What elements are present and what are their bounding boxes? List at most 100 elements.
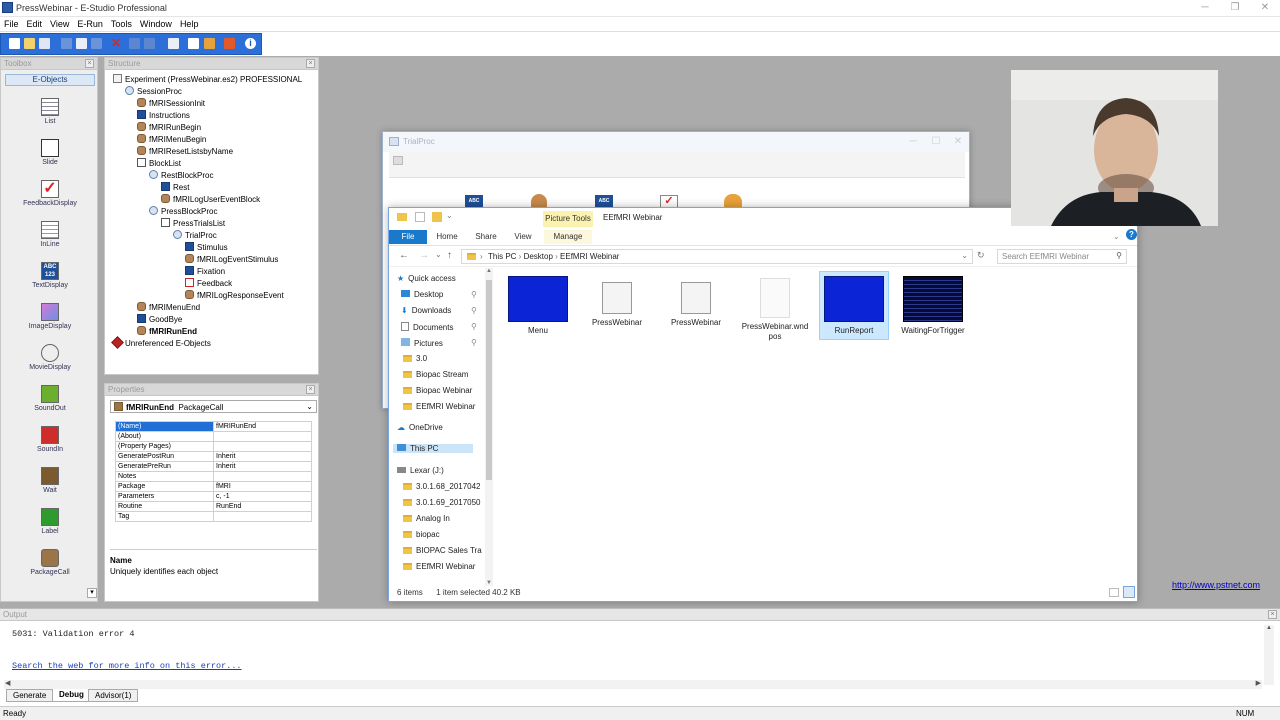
menu-edit[interactable]: Edit	[23, 17, 47, 31]
property-value[interactable]: fMRI	[213, 481, 312, 492]
file-item[interactable]: RunReport	[819, 271, 889, 340]
scroll-up-icon[interactable]: ▲	[1264, 625, 1274, 631]
recent-locations-icon[interactable]: ⌄	[435, 250, 442, 259]
tree-node[interactable]: BlockList	[137, 158, 181, 168]
tree-node[interactable]: Instructions	[137, 110, 190, 120]
toolbox-close-icon[interactable]: ×	[85, 59, 94, 68]
tree-node[interactable]: fMRILogUserEventBlock	[161, 194, 260, 204]
redo-icon[interactable]	[144, 38, 155, 49]
nav-item[interactable]: Analog In	[403, 514, 450, 523]
tool-moviedisplay[interactable]: MovieDisplay	[13, 344, 87, 371]
new-icon[interactable]	[9, 38, 20, 49]
tool-soundin[interactable]: SoundIn	[13, 426, 87, 453]
toolbox-scroll-down-icon[interactable]: ▾	[87, 588, 97, 598]
breadcrumb-this-pc[interactable]: This PC	[488, 252, 516, 261]
delete-icon[interactable]: ✕	[111, 37, 122, 49]
nav-item[interactable]: This PC	[393, 444, 473, 453]
tree-node[interactable]: fMRIRunEnd	[137, 326, 197, 336]
menu-file[interactable]: File	[0, 17, 23, 31]
property-row[interactable]: GeneratePreRun Inherit	[115, 461, 312, 472]
property-row[interactable]: (Property Pages)	[115, 441, 312, 452]
tree-node[interactable]: fMRIMenuEnd	[137, 302, 200, 312]
output-vscroll[interactable]: ▲	[1264, 625, 1274, 685]
property-row[interactable]: Parameters c, -1	[115, 491, 312, 502]
tree-node[interactable]: fMRIRunBegin	[137, 122, 201, 132]
back-icon[interactable]: ←	[399, 250, 409, 261]
nav-item[interactable]: Pictures ⚲	[401, 338, 477, 348]
nav-item[interactable]: Lexar (J:)	[397, 466, 444, 475]
restore-icon[interactable]: ❐	[1220, 1, 1250, 15]
details-view-icon[interactable]	[1109, 588, 1119, 597]
nav-item[interactable]: ★ Quick access	[397, 274, 456, 283]
nav-item[interactable]: Desktop ⚲	[401, 290, 477, 299]
tab-advisor[interactable]: Advisor(1)	[88, 689, 139, 702]
menu-window[interactable]: Window	[136, 17, 176, 31]
property-value[interactable]	[213, 511, 312, 522]
property-row[interactable]: Notes	[115, 471, 312, 482]
tool-slide[interactable]: Slide	[13, 139, 87, 166]
tab-manage[interactable]: Manage	[544, 230, 592, 244]
run-icon[interactable]	[224, 38, 235, 49]
tool-imagedisplay[interactable]: ImageDisplay	[13, 303, 87, 330]
tool-feedbackdisplay[interactable]: ✓ FeedbackDisplay	[13, 180, 87, 207]
tool-wait[interactable]: Wait	[13, 467, 87, 494]
tree-node[interactable]: fMRIResetListsbyName	[137, 146, 233, 156]
tab-debug[interactable]: Debug	[52, 689, 91, 702]
nav-item[interactable]: BIOPAC Sales Tra	[403, 546, 482, 555]
workspace-icon[interactable]	[393, 156, 403, 165]
undo-icon[interactable]	[129, 38, 140, 49]
ribbon-expand-icon[interactable]: ⌄	[1113, 232, 1120, 241]
file-item[interactable]: PressWebinar	[582, 272, 652, 332]
minimize-icon[interactable]: ─	[1190, 1, 1220, 15]
file-item[interactable]: PressWebinar	[661, 272, 731, 332]
pstnet-link[interactable]: http://www.pstnet.com	[1172, 580, 1260, 590]
tool-textdisplay[interactable]: ABC 123 TextDisplay	[13, 262, 87, 289]
help-icon[interactable]: ?	[1126, 229, 1137, 240]
tree-node[interactable]: RestBlockProc	[149, 170, 213, 180]
file-item[interactable]: Menu	[503, 272, 573, 340]
nav-item[interactable]: 3.0.1.69_2017050	[403, 498, 481, 507]
property-row[interactable]: (About)	[115, 431, 312, 442]
address-dropdown-icon[interactable]: ⌄	[961, 251, 968, 260]
tree-node[interactable]: PressBlockProc	[149, 206, 217, 216]
up-icon[interactable]: ↑	[447, 250, 452, 261]
property-value[interactable]	[213, 471, 312, 482]
file-item[interactable]: WaitingForTrigger	[898, 272, 968, 340]
tree-node[interactable]: PressTrialsList	[161, 218, 225, 228]
tree-node[interactable]: Stimulus	[185, 242, 228, 252]
tree-node[interactable]: Rest	[161, 182, 189, 192]
log-event-node-icon[interactable]	[531, 194, 547, 208]
close-icon[interactable]: ✕	[1250, 1, 1280, 15]
scroll-thumb[interactable]	[486, 280, 492, 480]
address-field[interactable]: › This PC › Desktop › EEfMRI Webinar ⌄	[461, 249, 973, 264]
menu-view[interactable]: View	[46, 17, 73, 31]
property-value[interactable]: Inherit	[213, 451, 312, 462]
browser-icon[interactable]	[188, 38, 199, 49]
menu-tools[interactable]: Tools	[107, 17, 136, 31]
property-row[interactable]: GeneratePostRun Inherit	[115, 451, 312, 462]
tree-node[interactable]: fMRIMenuBegin	[137, 134, 206, 144]
tab-home[interactable]: Home	[429, 230, 465, 244]
log-response-node-icon[interactable]	[724, 194, 742, 208]
scroll-down-icon[interactable]: ▼	[485, 580, 493, 586]
open-icon[interactable]	[24, 38, 35, 49]
property-value[interactable]	[213, 431, 312, 442]
properties-close-icon[interactable]: ×	[306, 385, 315, 394]
nav-item[interactable]: ☁ OneDrive	[397, 423, 443, 432]
large-icons-view-icon[interactable]	[1123, 586, 1135, 598]
output-close-icon[interactable]: ×	[1268, 610, 1277, 619]
search-input[interactable]: Search EEfMRI Webinar ⚲	[997, 249, 1127, 264]
breadcrumb-desktop[interactable]: Desktop	[524, 252, 553, 261]
properties-qa-icon[interactable]	[415, 212, 425, 222]
nav-item[interactable]: 3.0.1.68_2017042	[403, 482, 481, 491]
property-value[interactable]: Inherit	[213, 461, 312, 472]
forward-icon[interactable]: →	[419, 250, 429, 261]
refresh-icon[interactable]: ↻	[977, 250, 985, 261]
breadcrumb-folder[interactable]: EEfMRI Webinar	[560, 252, 619, 261]
tab-file[interactable]: File	[389, 230, 427, 244]
nav-item[interactable]: biopac	[403, 530, 440, 539]
property-row[interactable]: Routine RunEnd	[115, 501, 312, 512]
tool-label[interactable]: Label	[13, 508, 87, 535]
nav-item[interactable]: ⬇ Downloads ⚲	[401, 306, 477, 315]
tree-node[interactable]: fMRILogResponseEvent	[185, 290, 284, 300]
